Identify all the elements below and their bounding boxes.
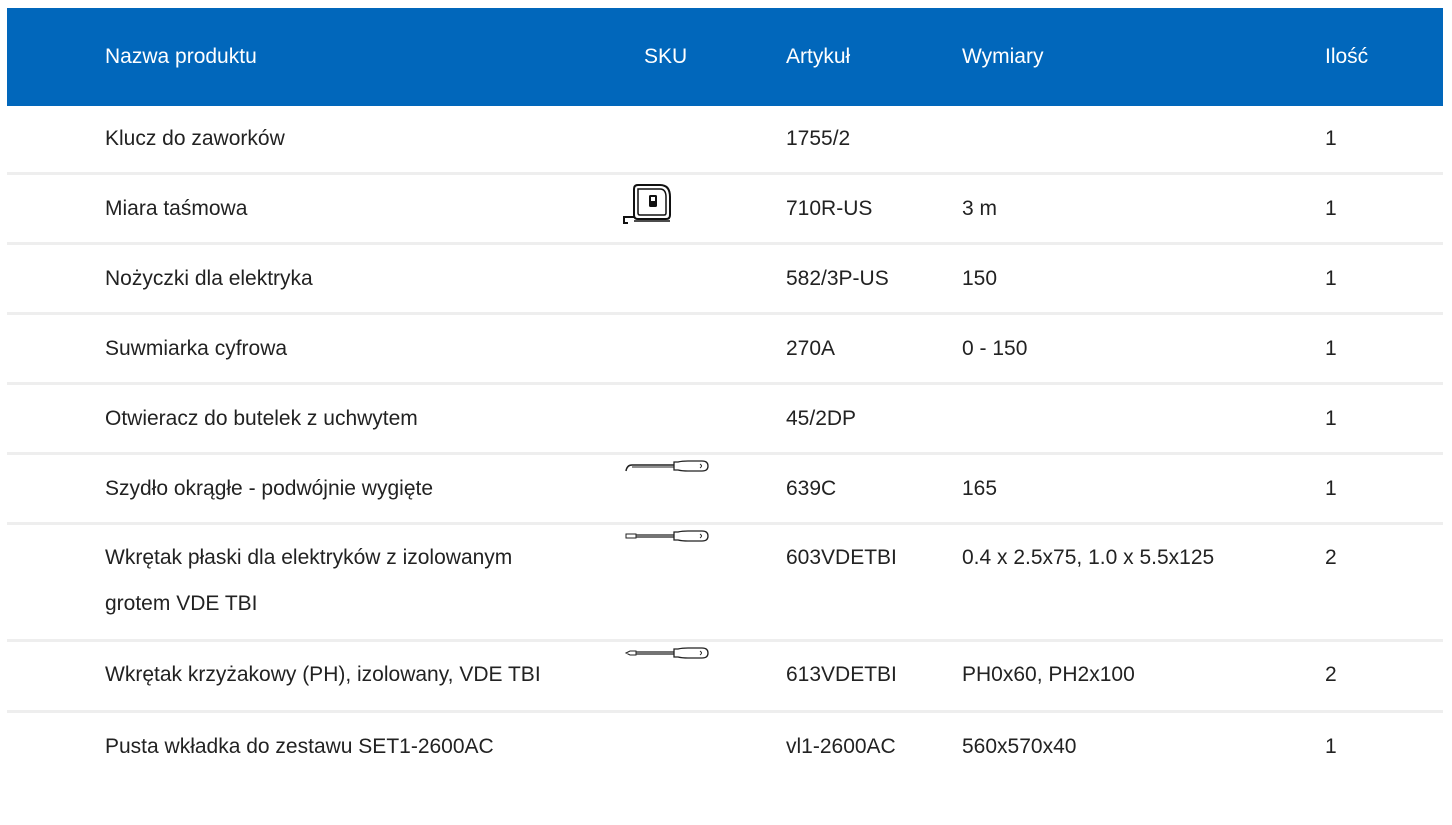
header-quantity[interactable]: Ilość: [1325, 8, 1443, 106]
dimensions: [962, 382, 1325, 454]
header-article[interactable]: Artykuł: [786, 8, 962, 106]
product-name: Pusta wkładka do zestawu SET1-2600AC: [7, 710, 588, 770]
sku-cell: [588, 452, 786, 524]
header-dimensions[interactable]: Wymiary: [962, 8, 1325, 106]
quantity: 1: [1325, 127, 1337, 150]
header-sku[interactable]: SKU: [588, 8, 786, 106]
article-number: 639C: [786, 452, 962, 524]
product-name: Nożyczki dla elektryka: [7, 242, 588, 314]
table-row: Nożyczki dla elektryka 582/3P-US 150 1: [7, 242, 1443, 314]
product-table: Nazwa produktu SKU Artykuł Wymiary Ilość…: [7, 8, 1443, 770]
sku-cell: [588, 710, 786, 770]
quantity: 2: [1325, 639, 1443, 712]
quantity: 1: [1325, 312, 1443, 384]
table-header-row: Nazwa produktu SKU Artykuł Wymiary Ilość: [7, 8, 1443, 106]
sku-cell: [588, 312, 786, 384]
sku-cell: [588, 172, 786, 244]
article-number: 613VDETBI: [786, 639, 962, 712]
product-name: Klucz do zaworków: [105, 127, 285, 150]
header-product-name[interactable]: Nazwa produktu: [7, 8, 588, 106]
article-number: vl1-2600AC: [786, 710, 962, 770]
dimensions: 165: [962, 452, 1325, 524]
article-number: 1755/2: [786, 127, 851, 150]
article-number: 270A: [786, 312, 962, 384]
screwdriver-flat-icon[interactable]: [624, 529, 710, 545]
dimensions: PH0x60, PH2x100: [962, 639, 1325, 712]
article-number: 603VDETBI: [786, 522, 962, 641]
screwdriver-phillips-icon[interactable]: [624, 646, 710, 662]
dimensions: [962, 106, 1325, 174]
dimensions: 0 - 150: [962, 312, 1325, 384]
quantity: 1: [1325, 452, 1443, 524]
article-number: 582/3P-US: [786, 242, 962, 314]
awl-icon[interactable]: [624, 459, 710, 475]
table-row: Pusta wkładka do zestawu SET1-2600AC vl1…: [7, 710, 1443, 770]
quantity: 1: [1325, 710, 1443, 770]
product-name: Szydło okrągłe - podwójnie wygięte: [7, 452, 588, 524]
table-row: Szydło okrągłe - podwójnie wygięte 639C …: [7, 452, 1443, 524]
product-table-container: Nazwa produktu SKU Artykuł Wymiary Ilość…: [7, 8, 1443, 770]
quantity: 1: [1325, 242, 1443, 314]
sku-cell: [588, 382, 786, 454]
sku-cell: [588, 639, 786, 712]
dimensions: 150: [962, 242, 1325, 314]
table-row: Otwieracz do butelek z uchwytem 45/2DP 1: [7, 382, 1443, 454]
table-header: Nazwa produktu SKU Artykuł Wymiary Ilość: [7, 8, 1443, 106]
table-row: Wkrętak krzyżakowy (PH), izolowany, VDE …: [7, 639, 1443, 712]
article-number: 710R-US: [786, 172, 962, 244]
sku-cell: [588, 106, 786, 174]
quantity: 1: [1325, 172, 1443, 244]
dimensions: 0.4 x 2.5x75, 1.0 x 5.5x125: [962, 522, 1325, 641]
sku-cell: [588, 522, 786, 641]
product-name: Miara taśmowa: [7, 172, 588, 244]
table-row: Klucz do zaworków 1755/2 1: [7, 106, 1443, 174]
product-name: Suwmiarka cyfrowa: [7, 312, 588, 384]
product-name: Wkrętak krzyżakowy (PH), izolowany, VDE …: [7, 639, 588, 712]
sku-cell: [588, 242, 786, 314]
tape-measure-icon[interactable]: [622, 183, 674, 225]
table-row: Suwmiarka cyfrowa 270A 0 - 150 1: [7, 312, 1443, 384]
dimensions: 560x570x40: [962, 710, 1325, 770]
table-row: Wkrętak płaski dla elektryków z izolowan…: [7, 522, 1443, 641]
table-body: Klucz do zaworków 1755/2 1 Miara taśmowa…: [7, 106, 1443, 770]
product-name: Otwieracz do butelek z uchwytem: [7, 382, 588, 454]
article-number: 45/2DP: [786, 382, 962, 454]
quantity: 1: [1325, 382, 1443, 454]
table-row: Miara taśmowa 710R-US 3 m 1: [7, 172, 1443, 244]
dimensions: 3 m: [962, 172, 1325, 244]
quantity: 2: [1325, 522, 1443, 641]
product-name: Wkrętak płaski dla elektryków z izolowan…: [7, 522, 588, 641]
